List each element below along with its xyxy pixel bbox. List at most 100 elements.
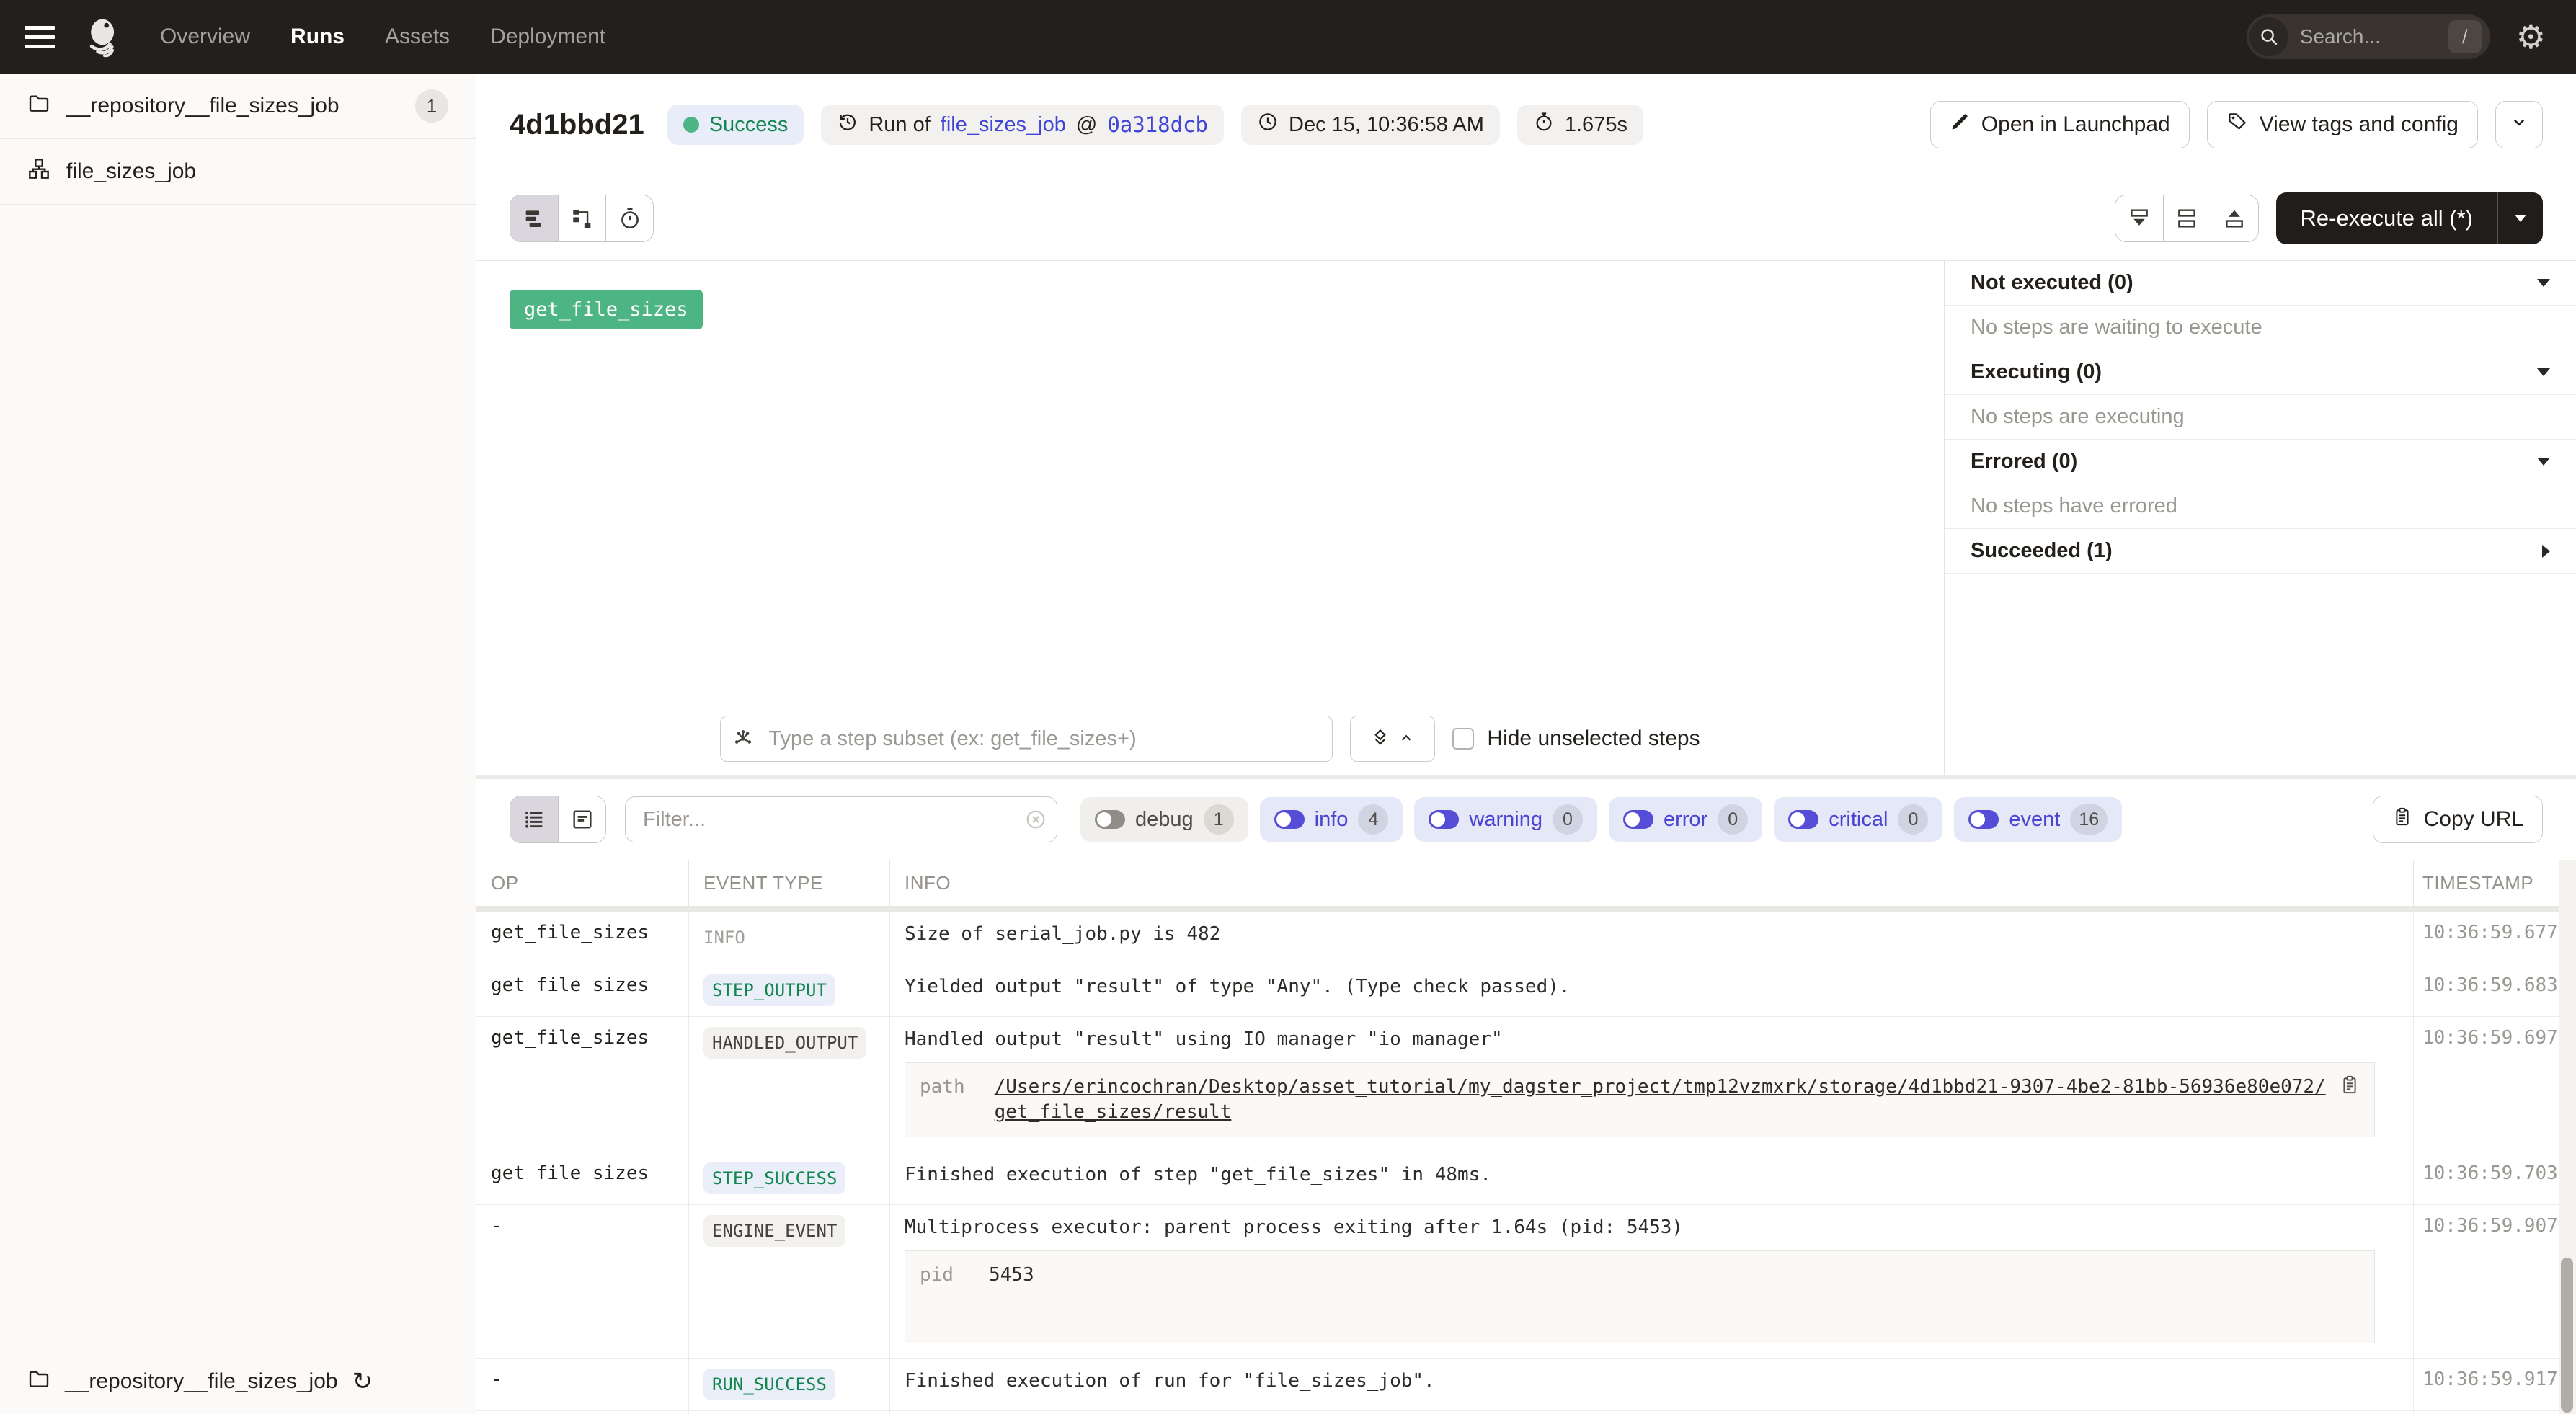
log-timestamp-cell: 10:36:59.703 [2414, 1152, 2576, 1204]
gantt-flat-view-button[interactable] [510, 195, 558, 241]
view-tags-config-button[interactable]: View tags and config [2207, 101, 2478, 148]
detail-value-text: 5453 [989, 1263, 1034, 1288]
gear-icon[interactable]: ⚙ [2516, 20, 2546, 53]
dagster-octopus-icon [82, 15, 125, 58]
log-list-view-button[interactable] [510, 796, 558, 842]
nav-link-assets[interactable]: Assets [385, 25, 450, 49]
refresh-icon[interactable]: ↻ [352, 1367, 373, 1396]
caret-down-icon [2515, 215, 2526, 222]
step-section-not-executed-0[interactable]: Not executed (0) [1945, 261, 2576, 306]
detail-key: pid [905, 1251, 974, 1343]
gantt-timer-view-button[interactable] [605, 195, 653, 241]
left-sidebar: __repository__file_sizes_job1file_sizes_… [0, 74, 476, 1414]
sidebar-item-file-sizes-job[interactable]: file_sizes_job [0, 139, 476, 205]
log-row[interactable]: -ENGINE_EVENTProcess for run exited (pid… [476, 1411, 2576, 1414]
detail-path-link[interactable]: /Users/erincochran/Desktop/asset_tutoria… [995, 1075, 2329, 1125]
log-info-cell: Process for run exited (pid: 5453). [890, 1411, 2414, 1414]
commit-hash-link[interactable]: 0a318dcb [1107, 112, 1208, 137]
copy-path-icon[interactable] [2340, 1075, 2360, 1102]
step-section-label: Errored (0) [1971, 450, 2077, 473]
event-type-badge: HANDLED_OUTPUT [703, 1027, 866, 1059]
event-type-badge: ENGINE_EVENT [703, 1215, 845, 1247]
clear-filter-icon[interactable] [1024, 808, 1047, 835]
nav-link-deployment[interactable]: Deployment [490, 25, 605, 49]
toggle-switch-icon [1623, 810, 1653, 829]
run-header: 4d1bbd21 Success Run of file_sizes_job @… [476, 74, 2576, 176]
log-level-label: debug [1135, 808, 1194, 832]
log-level-toggle-debug[interactable]: debug1 [1080, 797, 1248, 842]
log-info-cell: Finished execution of step "get_file_siz… [890, 1152, 2414, 1204]
log-level-toggle-info[interactable]: info4 [1260, 797, 1403, 842]
log-info-cell: Yielded output "result" of type "Any". (… [890, 964, 2414, 1016]
job-link[interactable]: file_sizes_job [941, 113, 1066, 137]
clock-icon [1257, 111, 1279, 138]
log-toolbar: debug1info4warning0error0critical0event1… [476, 779, 2576, 860]
job-icon [27, 157, 50, 186]
gantt-waterfall-view-button[interactable] [558, 195, 605, 241]
log-filter-input[interactable] [625, 796, 1057, 842]
log-table-header: OPEVENT TYPEINFOTIMESTAMP [476, 860, 2576, 906]
log-op-cell: get_file_sizes [476, 1152, 689, 1204]
log-message: Finished execution of step "get_file_siz… [905, 1162, 2399, 1188]
re-execute-all-button[interactable]: Re-execute all (*) [2276, 192, 2497, 244]
log-level-toggle-critical[interactable]: critical0 [1774, 797, 1942, 842]
sidebar-item-repository-file-sizes-job[interactable]: __repository__file_sizes_job1 [0, 74, 476, 139]
expand-bottom-panel-button[interactable] [2115, 195, 2163, 241]
hide-unselected-steps-checkbox[interactable]: Hide unselected steps [1452, 726, 1700, 751]
history-icon [837, 111, 858, 138]
log-level-toggle-event[interactable]: event16 [1954, 797, 2122, 842]
step-section-executing-0[interactable]: Executing (0) [1945, 350, 2576, 395]
hamburger-menu-icon[interactable] [20, 15, 68, 58]
log-level-toggle-warning[interactable]: warning0 [1414, 797, 1597, 842]
re-execute-options-button[interactable] [2498, 192, 2543, 244]
search-input[interactable] [2299, 25, 2421, 49]
timer-icon [618, 206, 642, 231]
pencil-icon [1950, 112, 1970, 138]
run-actions-chevron-button[interactable] [2495, 101, 2543, 148]
log-detail-box: path/Users/erincochran/Desktop/asset_tut… [905, 1062, 2375, 1137]
sidebar-bottom-repository[interactable]: __repository__file_sizes_job ↻ [0, 1348, 476, 1414]
log-row[interactable]: get_file_sizesSTEP_SUCCESS Finished execu… [476, 1152, 2576, 1205]
log-structured-view-button[interactable] [558, 796, 605, 842]
chevron-up-icon [1397, 729, 1416, 750]
search-icon [2249, 17, 2288, 56]
structured-view-icon [570, 807, 595, 832]
dagster-logo[interactable] [82, 14, 128, 60]
log-level-label: critical [1829, 808, 1888, 832]
split-panels-button[interactable] [2163, 195, 2211, 241]
event-type-badge: STEP_OUTPUT [703, 974, 835, 1006]
log-info-cell: Size of serial_job.py is 482 [890, 912, 2414, 964]
gantt-toolbar: Re-execute all (*) [476, 176, 2576, 261]
log-event-type-cell: STEP_SUCCESS [689, 1152, 890, 1204]
open-in-launchpad-button[interactable]: Open in Launchpad [1930, 101, 2190, 148]
log-row[interactable]: get_file_sizesINFOSize of serial_job.py … [476, 912, 2576, 964]
run-id: 4d1bbd21 [510, 109, 644, 141]
nav-link-runs[interactable]: Runs [290, 25, 345, 49]
global-search[interactable]: / [2247, 14, 2490, 59]
log-row[interactable]: -ENGINE_EVENTMultiprocess executor: pare… [476, 1205, 2576, 1359]
graph-query-button[interactable] [1350, 716, 1435, 762]
step-section-message: No steps have errored [1945, 484, 2576, 529]
log-timestamp-cell: 10:36:59.683 [2414, 964, 2576, 1016]
step-section-message: No steps are executing [1945, 395, 2576, 440]
panel-expand-down-icon [2127, 206, 2151, 231]
collapse-top-panel-button[interactable] [2211, 195, 2258, 241]
copy-url-button[interactable]: Copy URL [2373, 796, 2543, 843]
step-subset-input[interactable] [720, 716, 1333, 762]
log-info-cell: Multiprocess executor: parent process ex… [890, 1205, 2414, 1358]
log-timestamp-cell: 10:36:59.917 [2414, 1359, 2576, 1410]
nav-link-overview[interactable]: Overview [160, 25, 250, 49]
log-level-label: error [1664, 808, 1707, 832]
log-level-toggle-error[interactable]: error0 [1609, 797, 1762, 842]
status-badge: Success [667, 105, 804, 145]
log-row[interactable]: -RUN_SUCCESSFinished execution of run fo… [476, 1359, 2576, 1411]
step-section-errored-0[interactable]: Errored (0) [1945, 440, 2576, 484]
log-scrollbar-thumb[interactable] [2561, 1258, 2573, 1413]
step-section-succeeded-1[interactable]: Succeeded (1) [1945, 529, 2576, 574]
log-timestamp-cell: 10:36:59.677 [2414, 912, 2576, 964]
layers-icon [1369, 727, 1391, 751]
gantt-step-get-file-sizes[interactable]: get_file_sizes [510, 290, 703, 329]
log-level-count: 0 [1553, 804, 1583, 835]
log-row[interactable]: get_file_sizesHANDLED_OUTPUTHandled outp… [476, 1017, 2576, 1152]
log-row[interactable]: get_file_sizesSTEP_OUTPUTYielded output … [476, 964, 2576, 1017]
